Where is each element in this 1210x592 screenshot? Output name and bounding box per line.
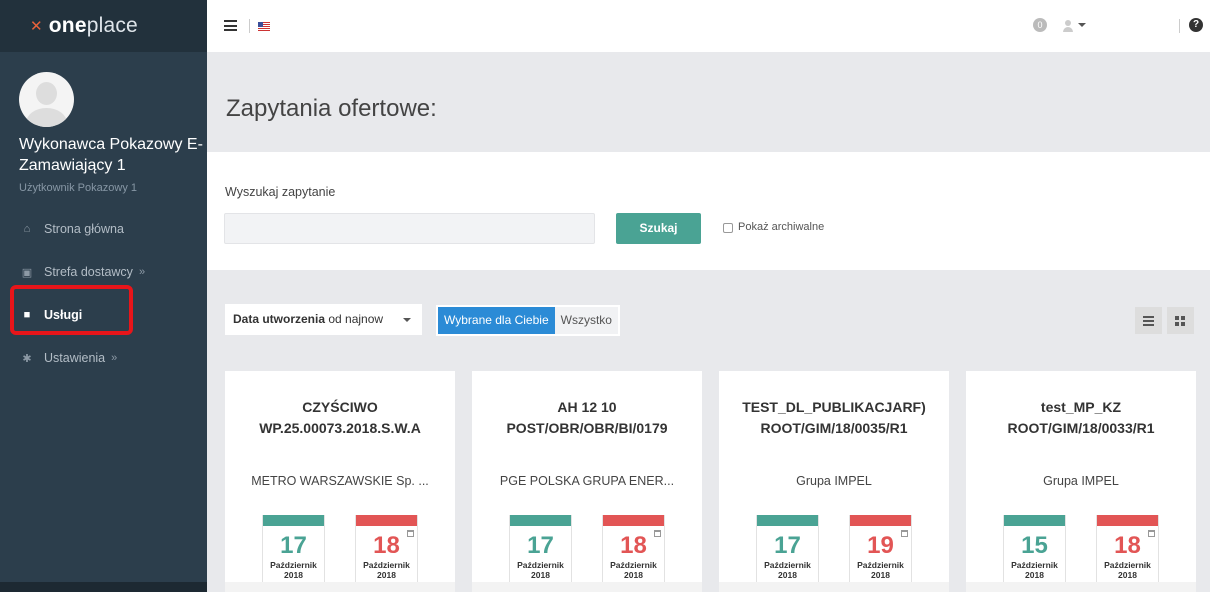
end-year: 2018 bbox=[1118, 570, 1137, 580]
chevron-right-icon: » bbox=[138, 266, 146, 278]
chevron-down-icon bbox=[1078, 22, 1086, 27]
toggle-selected-for-you[interactable]: Wybrane dla Ciebie bbox=[438, 307, 555, 334]
avatar[interactable] bbox=[19, 72, 74, 127]
card-buyer: PGE POLSKA GRUPA ENER... bbox=[499, 474, 675, 488]
sidebar-item-label: Strefa dostawcy bbox=[44, 265, 133, 279]
show-archived-label: Pokaż archiwalne bbox=[738, 221, 825, 233]
page-title: Zapytania ofertowe: bbox=[226, 95, 437, 122]
sidebar-item-label: Ustawienia bbox=[44, 351, 106, 365]
card-number: POST/OBR/OBR/BI/0179 bbox=[506, 420, 668, 436]
sidebar-footer bbox=[0, 582, 207, 592]
divider bbox=[1179, 19, 1180, 33]
card-number: ROOT/GIM/18/0035/R1 bbox=[760, 420, 908, 436]
start-date: 17 Październik 2018 bbox=[756, 515, 819, 592]
sort-select[interactable]: Data utworzenia od najnow bbox=[225, 304, 422, 335]
sidebar-item-supplier-zone[interactable]: ▣ Strefa dostawcy » bbox=[20, 265, 145, 279]
end-day: 18 bbox=[373, 532, 400, 559]
list-view-icon[interactable] bbox=[1135, 307, 1162, 334]
card-title: CZYŚCIWO bbox=[302, 399, 378, 415]
offer-card[interactable]: TEST_DL_PUBLIKACJARF) ROOT/GIM/18/0035/R… bbox=[719, 371, 949, 592]
search-input[interactable] bbox=[224, 213, 595, 244]
start-year: 2018 bbox=[284, 570, 303, 580]
brand-name-bold: one bbox=[48, 14, 87, 37]
sidebar-item-home[interactable]: ⌂ Strona główna bbox=[20, 222, 124, 236]
brand-name-light: place bbox=[86, 14, 138, 37]
end-month: Październik bbox=[610, 560, 657, 570]
start-month: Październik bbox=[270, 560, 317, 570]
grid-view-icon[interactable] bbox=[1167, 307, 1194, 334]
user-menu[interactable] bbox=[1062, 17, 1086, 32]
offer-card[interactable]: CZYŚCIWO WP.25.00073.2018.S.W.A METRO WA… bbox=[225, 371, 455, 592]
sidebar-item-label: Strona główna bbox=[44, 222, 124, 236]
calendar-icon bbox=[407, 530, 414, 537]
card-title: test_MP_KZ bbox=[1040, 399, 1122, 415]
highlight-annotation bbox=[10, 285, 133, 335]
start-date: 15 Październik 2018 bbox=[1003, 515, 1066, 592]
gear-icon: ✱ bbox=[22, 352, 32, 365]
start-day: 15 bbox=[1021, 532, 1048, 559]
topbar: 0 ? bbox=[207, 0, 1210, 52]
card-title: TEST_DL_PUBLIKACJARF) bbox=[742, 399, 926, 415]
toggle-all[interactable]: Wszystko bbox=[554, 307, 618, 334]
end-day: 19 bbox=[867, 532, 894, 559]
chevron-right-icon: » bbox=[111, 352, 118, 364]
card-title: AH 12 10 bbox=[557, 399, 617, 415]
user-subtitle: Użytkownik Pokazowy 1 bbox=[19, 182, 137, 194]
end-date: 18 Październik 2018 bbox=[355, 515, 418, 592]
start-month: Październik bbox=[764, 560, 811, 570]
show-archived-checkbox[interactable] bbox=[723, 223, 733, 233]
card-buyer: Grupa IMPEL bbox=[796, 474, 872, 488]
calendar-icon bbox=[654, 530, 661, 537]
user-display-name: Wykonawca Pokazowy E-Zamawiający 1 bbox=[19, 136, 203, 174]
notification-badge[interactable]: 0 bbox=[1033, 18, 1047, 32]
end-date: 18 Październik 2018 bbox=[602, 515, 665, 592]
end-month: Październik bbox=[363, 560, 410, 570]
end-year: 2018 bbox=[624, 570, 643, 580]
offer-card[interactable]: test_MP_KZ ROOT/GIM/18/0033/R1 Grupa IMP… bbox=[966, 371, 1196, 592]
us-flag-icon[interactable] bbox=[258, 22, 270, 31]
divider bbox=[249, 19, 250, 33]
start-day: 17 bbox=[527, 532, 554, 559]
end-month: Październik bbox=[1104, 560, 1151, 570]
offer-card[interactable]: AH 12 10 POST/OBR/OBR/BI/0179 PGE POLSKA… bbox=[472, 371, 702, 592]
card-number: WP.25.00073.2018.S.W.A bbox=[259, 420, 421, 436]
chevron-down-icon bbox=[403, 318, 411, 322]
end-year: 2018 bbox=[871, 570, 890, 580]
user-icon bbox=[1062, 18, 1074, 32]
end-month: Październik bbox=[857, 560, 904, 570]
start-day: 17 bbox=[280, 532, 307, 559]
start-date: 17 Październik 2018 bbox=[262, 515, 325, 592]
end-day: 18 bbox=[620, 532, 647, 559]
sidebar-item-settings[interactable]: ✱ Ustawienia » bbox=[20, 351, 117, 365]
sort-select-field: Data utworzenia bbox=[233, 312, 326, 326]
start-month: Październik bbox=[1011, 560, 1058, 570]
sort-select-order: od najnow bbox=[325, 312, 384, 326]
end-year: 2018 bbox=[377, 570, 396, 580]
end-date: 19 Październik 2018 bbox=[849, 515, 912, 592]
search-button[interactable]: Szukaj bbox=[616, 213, 701, 244]
logo-mark-icon: ✕ bbox=[30, 18, 43, 35]
start-day: 17 bbox=[774, 532, 801, 559]
search-label: Wyszukaj zapytanie bbox=[225, 185, 336, 199]
audience-toggle: Wybrane dla Ciebie Wszystko bbox=[436, 305, 620, 336]
calendar-icon bbox=[901, 530, 908, 537]
calendar-icon bbox=[1148, 530, 1155, 537]
help-icon[interactable]: ? bbox=[1189, 18, 1203, 32]
start-year: 2018 bbox=[1025, 570, 1044, 580]
card-buyer: METRO WARSZAWSKIE Sp. ... bbox=[251, 474, 429, 488]
start-date: 17 Październik 2018 bbox=[509, 515, 572, 592]
card-number: ROOT/GIM/18/0033/R1 bbox=[1007, 420, 1155, 436]
start-month: Październik bbox=[517, 560, 564, 570]
end-date: 18 Październik 2018 bbox=[1096, 515, 1159, 592]
start-year: 2018 bbox=[531, 570, 550, 580]
end-day: 18 bbox=[1114, 532, 1141, 559]
start-year: 2018 bbox=[778, 570, 797, 580]
card-icon: ▣ bbox=[21, 266, 33, 279]
card-buyer: Grupa IMPEL bbox=[1043, 474, 1119, 488]
home-icon: ⌂ bbox=[23, 223, 31, 235]
brand-logo[interactable]: ✕ one place bbox=[0, 0, 207, 52]
menu-toggle-icon[interactable] bbox=[224, 20, 237, 31]
search-panel: Wyszukaj zapytanie Szukaj Pokaż archiwal… bbox=[207, 152, 1210, 270]
